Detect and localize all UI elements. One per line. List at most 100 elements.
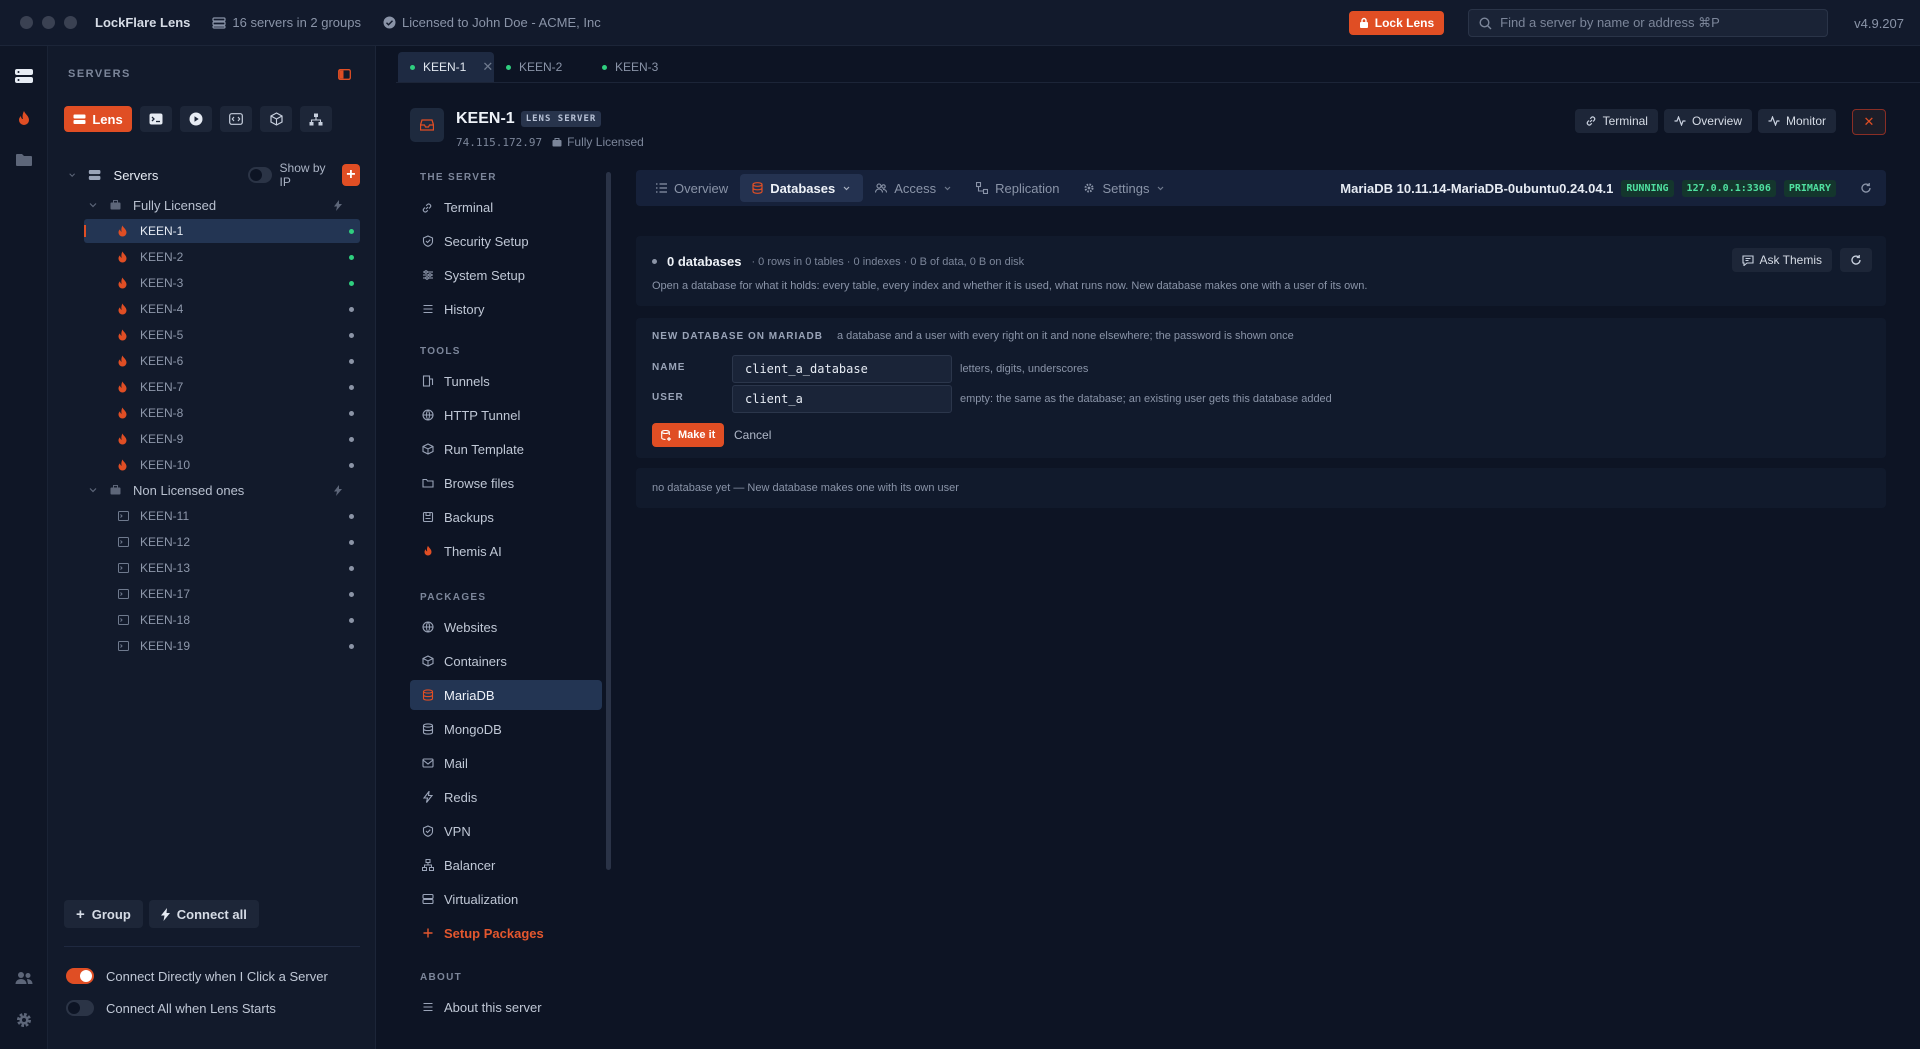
tab-replication[interactable]: Replication [964,174,1071,202]
monitor-button[interactable]: Monitor [1757,109,1836,133]
terminal-button[interactable]: Terminal [1574,109,1658,133]
server-item-keen-6[interactable]: KEEN-6 [84,349,360,373]
nav-item-containers[interactable]: Containers [410,646,602,676]
nav-item-security-setup[interactable]: Security Setup [410,226,602,256]
add-group-button[interactable]: + Group [64,900,143,928]
database-stats: · 0 rows in 0 tables · 0 indexes · 0 B o… [751,255,1025,268]
nav-item-websites[interactable]: Websites [410,612,602,642]
tab-access-label: Access [894,180,937,196]
nav-item-balancer[interactable]: Balancer [410,850,602,880]
collapse-sidebar-button[interactable] [338,68,351,83]
add-server-button[interactable]: + [341,164,360,186]
ask-themis-button[interactable]: Ask Themis [1731,248,1832,272]
server-item-keen-1[interactable]: KEEN-1 [84,219,360,243]
server-group[interactable]: Fully Licensed [84,194,360,216]
nav-item-run-template[interactable]: Run Template [410,434,602,464]
server-item-keen-8[interactable]: KEEN-8 [84,401,360,425]
maximize-window-button[interactable] [64,16,77,29]
server-item-keen-19[interactable]: KEEN-19 [84,634,360,658]
rail-servers-button[interactable] [12,64,36,88]
package-tool-button[interactable] [260,106,292,132]
sidebar-toggle-icon [338,69,351,80]
server-item-keen-10[interactable]: KEEN-10 [84,453,360,477]
show-by-ip-toggle[interactable] [248,167,272,183]
play-tool-button[interactable] [180,106,212,132]
server-search-input[interactable]: Find a server by name or address ⌘P [1468,9,1829,37]
connect-directly-toggle[interactable] [66,968,94,984]
server-item-keen-7[interactable]: KEEN-7 [84,375,360,399]
group-name: Non Licensed ones [133,482,245,498]
close-tab-icon[interactable]: ✕ [482,59,493,75]
rail-settings-button[interactable] [12,1008,36,1032]
rail-users-button[interactable] [12,966,36,990]
nav-item-about-this-server[interactable]: About this server [410,992,602,1022]
nav-item-http-tunnel[interactable]: HTTP Tunnel [410,400,602,430]
overview-button[interactable]: Overview [1663,109,1752,133]
nav-item-browse-files[interactable]: Browse files [410,468,602,498]
nav-item-mongodb[interactable]: MongoDB [410,714,602,744]
tab-settings[interactable]: Settings [1071,174,1177,202]
server-item-keen-2[interactable]: KEEN-2 [84,245,360,269]
server-item-keen-18[interactable]: KEEN-18 [84,608,360,632]
terminal-tool-button[interactable] [140,106,172,132]
nav-item-setup-packages[interactable]: Setup Packages [410,918,602,948]
tab-keen-3[interactable]: KEEN-3 [590,52,686,82]
chevron-down-icon[interactable] [68,170,76,180]
tab-keen-2[interactable]: KEEN-2 [494,52,590,82]
lens-button[interactable]: Lens [64,106,132,132]
terminal-icon [118,563,129,573]
cancel-new-database-button[interactable]: Cancel [734,428,771,442]
rail-flame-button[interactable] [12,106,36,130]
nav-item-system-setup[interactable]: System Setup [410,260,602,290]
server-item-keen-12[interactable]: KEEN-12 [84,530,360,554]
chevron-down-icon[interactable] [88,200,98,210]
connect-all-button[interactable]: Connect all [148,900,259,928]
refresh-icon[interactable] [1860,182,1872,194]
tab-access[interactable]: Access [863,174,964,202]
connect-all-start-toggle[interactable] [66,1000,94,1016]
bolt-icon[interactable] [334,199,342,211]
nav-item-virtualization[interactable]: Virtualization [410,884,602,914]
nav-item-themis-ai[interactable]: Themis AI [410,536,602,566]
chevron-down-icon[interactable] [88,485,98,495]
primary-badge: PRIMARY [1783,179,1836,197]
tab-databases[interactable]: Databases [740,174,864,202]
bolt-icon[interactable] [334,484,342,496]
server-item-keen-4[interactable]: KEEN-4 [84,297,360,321]
network-tool-button[interactable] [300,106,332,132]
nav-item-redis[interactable]: Redis [410,782,602,812]
code-tool-button[interactable] [220,106,252,132]
tab-keen-1[interactable]: KEEN-1 ✕ [398,52,494,82]
nav-item-tunnels[interactable]: Tunnels [410,366,602,396]
disconnect-button[interactable]: ✕ [1852,109,1886,135]
nav-item-backups[interactable]: Backups [410,502,602,532]
server-item-label: KEEN-17 [140,587,191,601]
make-database-button[interactable]: Make it [652,423,725,447]
nav-item-mariadb[interactable]: MariaDB [410,680,602,710]
server-item-keen-3[interactable]: KEEN-3 [84,271,360,295]
nav-item-history[interactable]: History [410,294,602,324]
lock-lens-button[interactable]: Lock Lens [1348,11,1445,35]
servers-icon [15,69,33,83]
nav-item-mail[interactable]: Mail [410,748,602,778]
server-item-keen-17[interactable]: KEEN-17 [84,582,360,606]
nav-item-vpn[interactable]: VPN [410,816,602,846]
rail-files-button[interactable] [12,148,36,172]
nav-item-terminal[interactable]: Terminal [410,192,602,222]
minimize-window-button[interactable] [42,16,55,29]
status-dot [349,462,354,468]
tab-overview[interactable]: Overview [644,174,740,202]
nav-scrollbar[interactable] [606,172,611,870]
database-name-input[interactable]: client_a_database [732,355,952,383]
server-item-keen-9[interactable]: KEEN-9 [84,427,360,451]
refresh-databases-button[interactable] [1840,248,1872,272]
close-window-button[interactable] [20,16,33,29]
server-item-keen-11[interactable]: KEEN-11 [84,504,360,528]
tab-label: KEEN-1 [423,60,467,74]
server-group[interactable]: Non Licensed ones [84,479,360,501]
chevron-down-icon [944,186,951,190]
database-user-input[interactable]: client_a [732,385,952,413]
sidebar-title: SERVERS [68,68,131,80]
server-item-keen-13[interactable]: KEEN-13 [84,556,360,580]
server-item-keen-5[interactable]: KEEN-5 [84,323,360,347]
